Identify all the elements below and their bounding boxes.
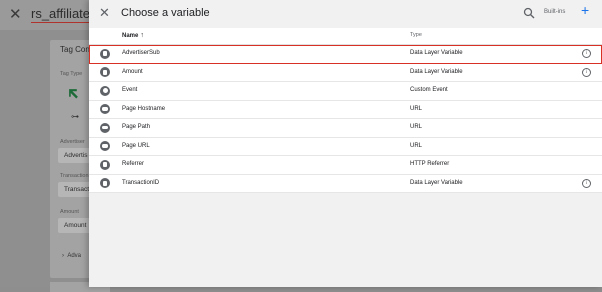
background-card-title: Tag Conf bbox=[60, 45, 93, 54]
variable-name: Event bbox=[122, 87, 138, 93]
table-row[interactable]: Page URL URL bbox=[89, 137, 602, 156]
table-row[interactable]: Referrer HTTP Referrer bbox=[89, 156, 602, 175]
table-row[interactable]: Event Custom Event bbox=[89, 82, 602, 101]
event-icon bbox=[100, 85, 110, 96]
table-body: AdvertiserSub Data Layer Variable i Amount D… bbox=[89, 45, 602, 193]
url-icon bbox=[100, 122, 110, 133]
info-icon[interactable]: i bbox=[582, 49, 591, 58]
variable-type: Data Layer Variable bbox=[410, 179, 463, 186]
variable-name: Page Path bbox=[122, 124, 151, 130]
info-icon[interactable]: i bbox=[582, 178, 591, 188]
variable-type: Data Layer Variable bbox=[410, 50, 463, 56]
background-title-underline bbox=[31, 22, 91, 23]
doc-icon bbox=[100, 67, 110, 77]
background-label-advertiser: Advertiser bbox=[60, 139, 85, 145]
variable-type: Custom Event bbox=[410, 87, 448, 93]
table-row[interactable]: TransactionID Data Layer Variable i bbox=[89, 174, 602, 193]
choose-variable-drawer: ✕ Choose a variable Built-ins + Name ↑ Ty… bbox=[89, 0, 602, 287]
background-advanced-section: › Adva bbox=[62, 253, 82, 259]
add-variable-button[interactable]: + bbox=[581, 3, 589, 17]
key-icon: ⊶ bbox=[71, 112, 79, 121]
variable-name: Referrer bbox=[122, 161, 145, 167]
doc-icon bbox=[100, 178, 110, 188]
doc-icon bbox=[100, 159, 110, 170]
background-label-tag-type: Tag Type bbox=[60, 71, 83, 77]
info-icon[interactable]: i bbox=[582, 67, 591, 77]
variable-name: Page Hostname bbox=[122, 105, 166, 112]
close-icon[interactable]: ✕ bbox=[99, 6, 110, 19]
variable-type: URL bbox=[410, 142, 423, 149]
background-label-transaction: Transaction bbox=[60, 173, 89, 179]
doc-icon bbox=[100, 48, 110, 59]
variables-table: Name ↑ Type AdvertiserSub Data Layer Varia… bbox=[89, 28, 602, 193]
variable-type: HTTP Referrer bbox=[410, 161, 450, 167]
variable-type: URL bbox=[410, 105, 423, 112]
column-header-name[interactable]: Name ↑ bbox=[122, 32, 144, 39]
variable-name: TransactionID bbox=[122, 179, 160, 186]
search-icon[interactable] bbox=[523, 7, 535, 19]
table-row[interactable]: Page Hostname URL bbox=[89, 100, 602, 119]
table-row[interactable]: Amount Data Layer Variable i bbox=[89, 63, 602, 82]
table-row[interactable]: Page Path URL bbox=[89, 119, 602, 138]
background-label-amount: Amount bbox=[60, 209, 79, 215]
variable-type: URL bbox=[410, 124, 423, 130]
drawer-header: ✕ Choose a variable Built-ins + bbox=[89, 0, 602, 28]
variable-type: Data Layer Variable bbox=[410, 68, 463, 75]
sort-arrow-icon: ↑ bbox=[140, 32, 144, 39]
table-row[interactable]: AdvertiserSub Data Layer Variable i bbox=[89, 45, 602, 64]
column-header-type: Type bbox=[410, 32, 422, 38]
variable-name: Page URL bbox=[122, 142, 150, 149]
builtins-button[interactable]: Built-ins bbox=[544, 9, 565, 15]
url-icon bbox=[100, 141, 110, 151]
variable-name: Amount bbox=[122, 68, 143, 75]
table-header: Name ↑ Type bbox=[89, 28, 602, 45]
background-close-icon: ✕ bbox=[9, 6, 22, 23]
tag-type-icon bbox=[69, 89, 78, 99]
variable-name: AdvertiserSub bbox=[122, 50, 160, 56]
drawer-title: Choose a variable bbox=[121, 7, 210, 19]
url-icon bbox=[100, 104, 110, 114]
